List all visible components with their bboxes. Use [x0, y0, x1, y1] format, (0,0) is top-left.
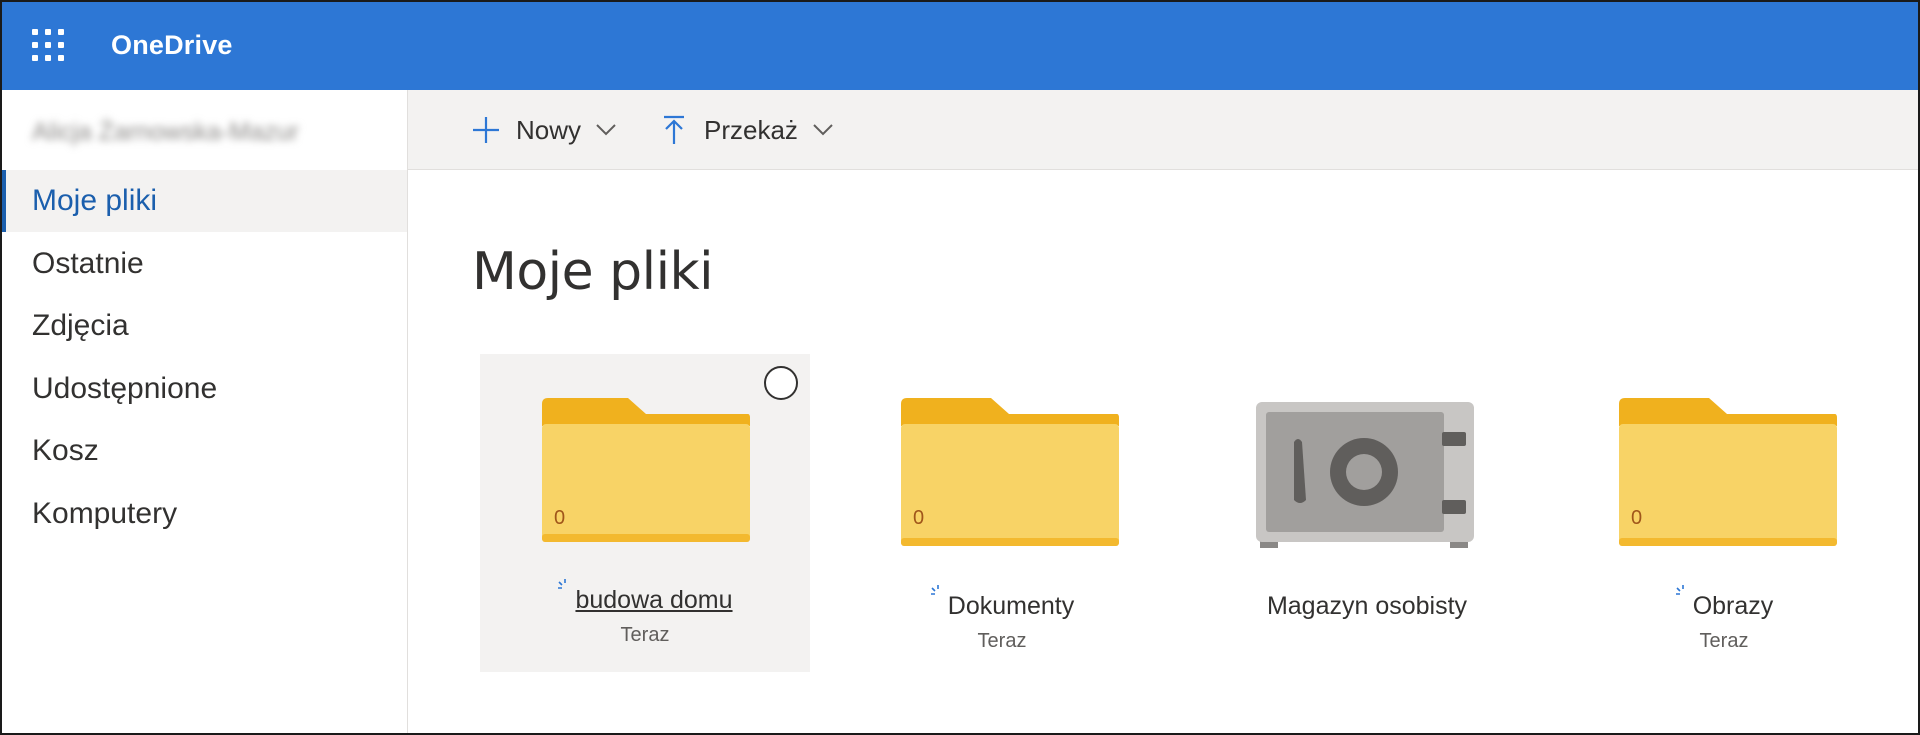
sidebar-item-label: Kosz	[32, 434, 99, 467]
sidebar-item-udostepnione[interactable]: Udostępnione	[2, 358, 407, 420]
modified-date: Teraz	[1699, 630, 1749, 652]
sidebar-item-label: Zdjęcia	[32, 309, 129, 342]
personal-vault-safe-icon	[1254, 400, 1476, 550]
folder-tile-budowa-domu[interactable]: 0 budowa domu Teraz	[480, 354, 810, 672]
sidebar-item-zdjecia[interactable]: Zdjęcia	[2, 295, 407, 357]
app-title[interactable]: OneDrive	[111, 30, 233, 61]
vault-name[interactable]: Magazyn osobisty	[1202, 592, 1532, 621]
vault-tile-magazyn-osobisty[interactable]: Magazyn osobisty	[1202, 354, 1532, 672]
command-bar: Nowy Przekaż	[408, 90, 1918, 170]
folder-name[interactable]: Dokumenty	[837, 585, 1167, 621]
folder-tile-dokumenty[interactable]: 0 Dokumenty Teraz	[837, 354, 1167, 672]
sidebar-item-label: Moje pliki	[32, 184, 158, 217]
sync-pending-icon	[558, 579, 567, 589]
sync-pending-icon	[1675, 585, 1684, 595]
folder-icon: 0	[897, 396, 1121, 546]
chevron-down-icon	[596, 124, 616, 136]
folder-tile-obrazy[interactable]: 0 Obrazy Teraz	[1559, 354, 1889, 672]
folder-name[interactable]: Obrazy	[1559, 585, 1889, 621]
folder-name-label: budowa domu	[575, 586, 733, 614]
page-title: Moje pliki	[472, 242, 714, 302]
folder-name[interactable]: budowa domu	[480, 579, 810, 615]
sidebar-item-label: Udostępnione	[32, 372, 218, 405]
item-count: 0	[1631, 507, 1643, 529]
plus-icon	[473, 117, 499, 143]
sidebar: Alicja Żarnowska-Mazur Moje pliki Ostatn…	[2, 90, 408, 733]
sidebar-item-komputery[interactable]: Komputery	[2, 483, 407, 545]
sidebar-item-label: Ostatnie	[32, 247, 144, 280]
folder-icon: 0	[1615, 396, 1839, 546]
modified-date: Teraz	[620, 624, 670, 646]
folder-name-label: Obrazy	[1692, 592, 1774, 620]
folder-name-label: Dokumenty	[947, 592, 1075, 620]
sidebar-item-kosz[interactable]: Kosz	[2, 420, 407, 482]
item-count: 0	[554, 507, 566, 529]
sidebar-item-label: Komputery	[32, 497, 178, 530]
user-name: Alicja Żarnowska-Mazur	[32, 118, 299, 146]
top-bar: OneDrive	[2, 2, 1918, 90]
modified-date: Teraz	[977, 630, 1027, 652]
new-button[interactable]: Nowy	[470, 110, 617, 150]
sidebar-item-ostatnie[interactable]: Ostatnie	[2, 233, 407, 295]
onedrive-window: OneDrive Alicja Żarnowska-Mazur Moje pli…	[0, 0, 1920, 735]
sync-pending-icon	[930, 585, 939, 595]
item-count: 0	[913, 507, 925, 529]
upload-button[interactable]: Przekaż	[658, 110, 834, 150]
folder-icon: 0	[538, 396, 752, 544]
sidebar-item-moje-pliki[interactable]: Moje pliki	[2, 170, 407, 232]
upload-button-label: Przekaż	[704, 114, 798, 145]
new-button-label: Nowy	[516, 114, 582, 145]
upload-arrow-icon	[664, 115, 684, 144]
chevron-down-icon	[813, 124, 833, 136]
app-launcher-icon[interactable]	[32, 29, 64, 61]
select-checkbox[interactable]	[764, 366, 798, 400]
